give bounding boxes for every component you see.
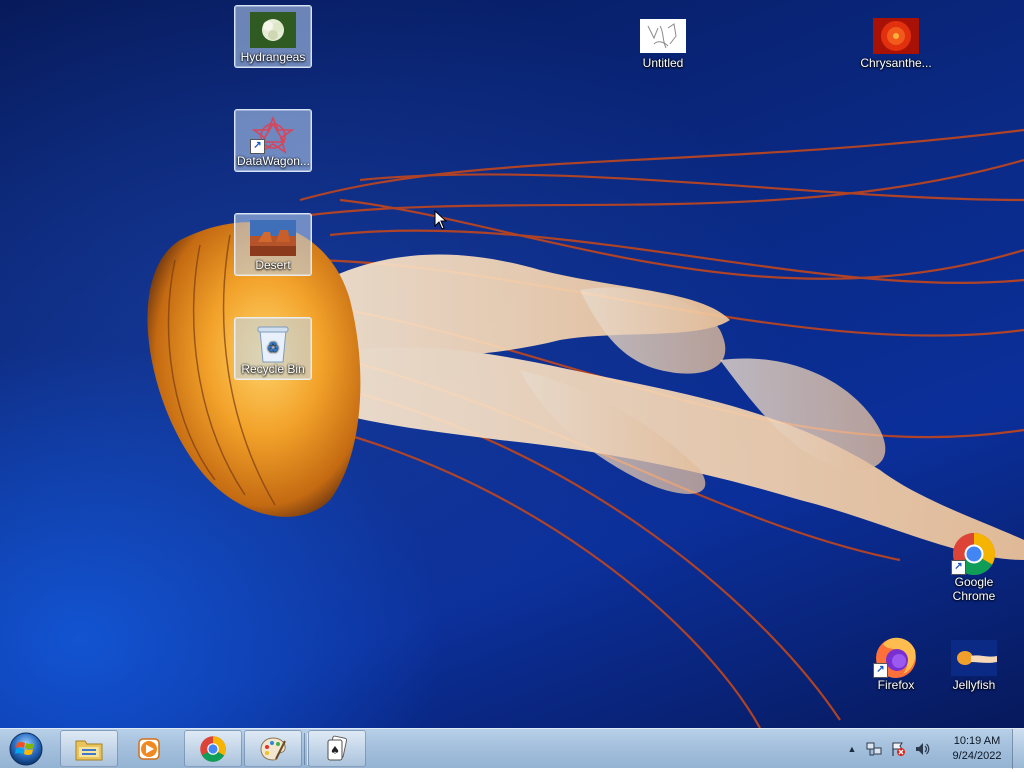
desktop-icon-untitled[interactable]: Untitled [625,12,701,73]
taskbar-media-player[interactable] [120,730,178,767]
action-center-flag-icon[interactable] [890,741,906,757]
taskbar[interactable]: ♠ ▲ 10:19 AM 9/24/2022 [0,728,1024,769]
taskbar-windows-explorer[interactable] [60,730,118,767]
mouse-pointer-icon [434,210,448,230]
taskbar-clock[interactable]: 10:19 AM 9/24/2022 [944,734,1010,764]
desktop-icon-google-chrome[interactable]: ↗ Google Chrome [936,525,1012,606]
desktop-icon-label: Chrysanthe... [860,56,932,70]
chrome-icon [200,735,226,762]
jellyfish-image-icon [951,640,997,676]
chrysanthemum-image-icon [873,18,919,54]
shortcut-arrow-icon: ↗ [250,139,265,154]
start-button[interactable] [4,731,48,767]
desktop-icon-jellyfish[interactable]: Jellyfish [936,634,1012,695]
desert-image-icon [250,220,296,256]
desktop-icon-label: DataWagon... [237,154,310,168]
desktop-icon-desert[interactable]: Desert [234,213,312,276]
jellyfish-wallpaper [147,128,1024,728]
show-desktop-button[interactable] [1012,729,1024,769]
desktop[interactable]: Hydrangeas ↗ DataWagon... Desert ♻ Recyc… [0,0,1024,728]
desktop-icon-chrysanthemum[interactable]: Chrysanthe... [858,12,934,73]
desktop-icon-label: Recycle Bin [241,362,305,376]
datawagon-shortcut-icon: ↗ [250,115,296,154]
desktop-icon-firefox[interactable]: ↗ Firefox [858,628,934,695]
recycle-bin-icon: ♻ [250,324,296,363]
desktop-icon-label: Untitled [642,56,684,70]
paint-palette-icon [260,736,286,761]
volume-icon[interactable] [914,741,930,757]
desktop-icon-hydrangeas[interactable]: Hydrangeas [234,5,312,68]
windows-start-orb-icon [9,732,43,766]
solitaire-cards-icon: ♠ [327,735,348,760]
clock-date: 9/24/2022 [952,750,1002,762]
system-tray: ▲ 10:19 AM 9/24/2022 [840,729,1024,769]
taskbar-google-chrome[interactable] [184,730,242,767]
desktop-icon-label-line2: Chrome [952,589,996,603]
media-player-icon [138,737,160,760]
desktop-icon-datawagon[interactable]: ↗ DataWagon... [234,109,312,172]
desktop-icon-label-line1: Google [954,575,994,589]
folder-icon [75,740,103,760]
svg-text:♠: ♠ [330,744,340,757]
network-icon[interactable] [866,741,882,757]
clock-time: 10:19 AM [953,735,1001,747]
desktop-icon-recycle-bin[interactable]: ♻ Recycle Bin [234,317,312,380]
desktop-icon-label: Jellyfish [952,678,996,692]
desktop-icon-label: Hydrangeas [240,50,306,64]
chrome-shortcut-icon: ↗ [951,531,997,576]
desktop-icon-label: Desert [255,258,291,272]
firefox-shortcut-icon: ↗ [873,634,919,678]
desktop-icon-label: Firefox [877,678,915,692]
taskbar-solitaire[interactable]: ♠ [308,730,366,767]
shortcut-arrow-icon: ↗ [951,560,966,575]
shortcut-arrow-icon: ↗ [873,663,888,678]
svg-text:♻: ♻ [267,340,280,356]
show-hidden-icons-icon[interactable]: ▲ [844,741,860,757]
hydrangeas-image-icon [250,12,296,48]
untitled-image-icon [640,18,686,54]
taskbar-paint[interactable] [244,730,302,767]
